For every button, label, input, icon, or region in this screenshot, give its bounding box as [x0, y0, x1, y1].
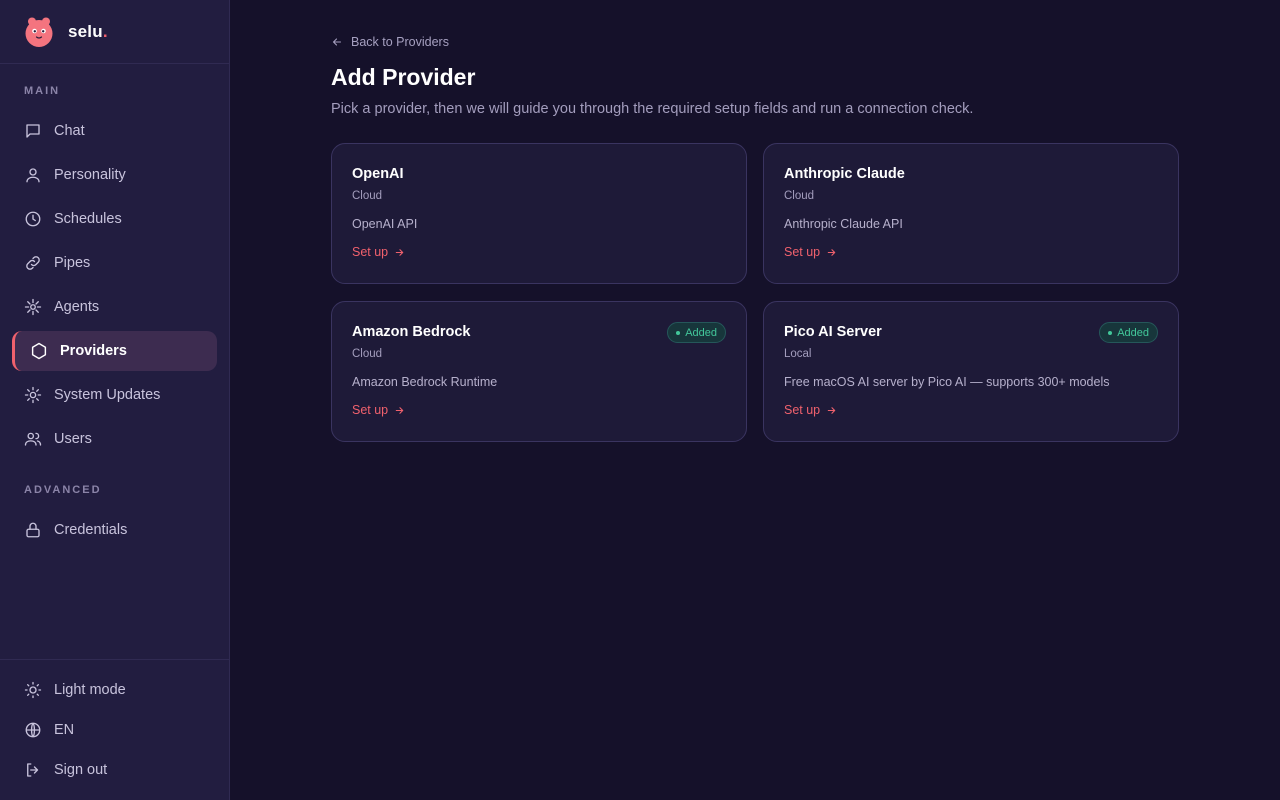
light-mode-toggle[interactable]: Light mode [12, 670, 217, 710]
sidebar-item-pipes[interactable]: Pipes [12, 243, 217, 283]
language-label: EN [54, 722, 75, 738]
person-icon [24, 166, 42, 184]
provider-description: Amazon Bedrock Runtime [352, 375, 498, 389]
chat-icon [24, 122, 42, 140]
users-icon [24, 430, 42, 448]
set-up-label: Set up [784, 245, 821, 259]
status-dot [676, 330, 681, 335]
provider-description: OpenAI API [352, 217, 418, 231]
provider-type: Cloud [784, 190, 815, 202]
gear-icon [24, 386, 42, 404]
set-up-label: Set up [352, 245, 389, 259]
selu-logo-icon [24, 16, 54, 48]
set-up-label: Set up [784, 403, 821, 417]
sidebar-item-agents[interactable]: Agents [12, 287, 217, 327]
badge-label: Added [1117, 326, 1149, 339]
added-badge: Added [1099, 322, 1158, 343]
sidebar-item-label: Agents [54, 299, 100, 315]
badge-label: Added [685, 326, 717, 339]
section-label-main: MAIN [24, 85, 61, 97]
sidebar-item-schedules[interactable]: Schedules [12, 199, 217, 239]
clock-icon [24, 210, 42, 228]
provider-description: Free macOS AI server by Pico AI — suppor… [784, 375, 1110, 389]
provider-card-pico[interactable]: Pico AI Server Added Local Free macOS AI… [763, 301, 1179, 442]
provider-card-anthropic[interactable]: Anthropic Claude Cloud Anthropic Claude … [763, 143, 1179, 284]
set-up-link[interactable]: Set up [784, 403, 837, 417]
arrow-left-icon [332, 38, 342, 46]
sidebar-item-label: Chat [54, 123, 85, 139]
sign-out-label: Sign out [54, 762, 108, 778]
provider-card-openai[interactable]: OpenAI Cloud OpenAI API Set up [331, 143, 747, 284]
sidebar-item-label: Providers [60, 343, 127, 359]
sidebar: selu. MAIN Chat Personality Schedules Pi… [0, 0, 230, 800]
sidebar-item-chat[interactable]: Chat [12, 111, 217, 151]
provider-type: Local [784, 348, 812, 360]
hexagon-icon [30, 342, 48, 360]
sign-out-button[interactable]: Sign out [12, 750, 217, 790]
section-label-advanced: ADVANCED [24, 484, 102, 496]
provider-type: Cloud [352, 190, 383, 202]
page-subtitle: Pick a provider, then we will guide you … [331, 101, 974, 117]
arrow-right-icon [827, 406, 836, 414]
provider-type: Cloud [352, 348, 383, 360]
sidebar-item-providers[interactable]: Providers [12, 331, 217, 371]
provider-card-bedrock[interactable]: Amazon Bedrock Added Cloud Amazon Bedroc… [331, 301, 747, 442]
arrow-right-icon [827, 248, 836, 256]
sidebar-item-users[interactable]: Users [12, 419, 217, 459]
sidebar-item-label: System Updates [54, 387, 161, 403]
sidebar-item-credentials[interactable]: Credentials [12, 510, 217, 550]
page-title: Add Provider [331, 64, 476, 90]
provider-description: Anthropic Claude API [784, 217, 903, 231]
set-up-link[interactable]: Set up [352, 403, 405, 417]
sidebar-item-system-updates[interactable]: System Updates [12, 375, 217, 415]
light-mode-label: Light mode [54, 682, 126, 698]
provider-name: OpenAI [352, 166, 404, 182]
globe-icon [24, 721, 42, 739]
sun-icon [24, 681, 42, 699]
back-label: Back to Providers [351, 35, 449, 49]
agents-icon [24, 298, 42, 316]
lock-icon [24, 521, 42, 539]
language-selector[interactable]: EN [12, 710, 217, 750]
sidebar-item-label: Users [54, 431, 92, 447]
brand[interactable]: selu. [0, 0, 229, 64]
sidebar-item-label: Schedules [54, 211, 122, 227]
back-to-providers-link[interactable]: Back to Providers [331, 35, 449, 49]
sidebar-item-personality[interactable]: Personality [12, 155, 217, 195]
sign-out-icon [24, 761, 42, 779]
arrow-right-icon [395, 406, 404, 414]
arrow-right-icon [395, 248, 404, 256]
brand-name: selu. [68, 21, 108, 41]
sidebar-item-label: Credentials [54, 522, 128, 538]
set-up-label: Set up [352, 403, 389, 417]
sidebar-item-label: Personality [54, 167, 126, 183]
link-icon [24, 254, 42, 272]
provider-name: Anthropic Claude [784, 166, 905, 182]
set-up-link[interactable]: Set up [352, 245, 405, 259]
set-up-link[interactable]: Set up [784, 245, 837, 259]
status-dot [1108, 330, 1113, 335]
sidebar-item-label: Pipes [54, 255, 91, 271]
added-badge: Added [667, 322, 726, 343]
